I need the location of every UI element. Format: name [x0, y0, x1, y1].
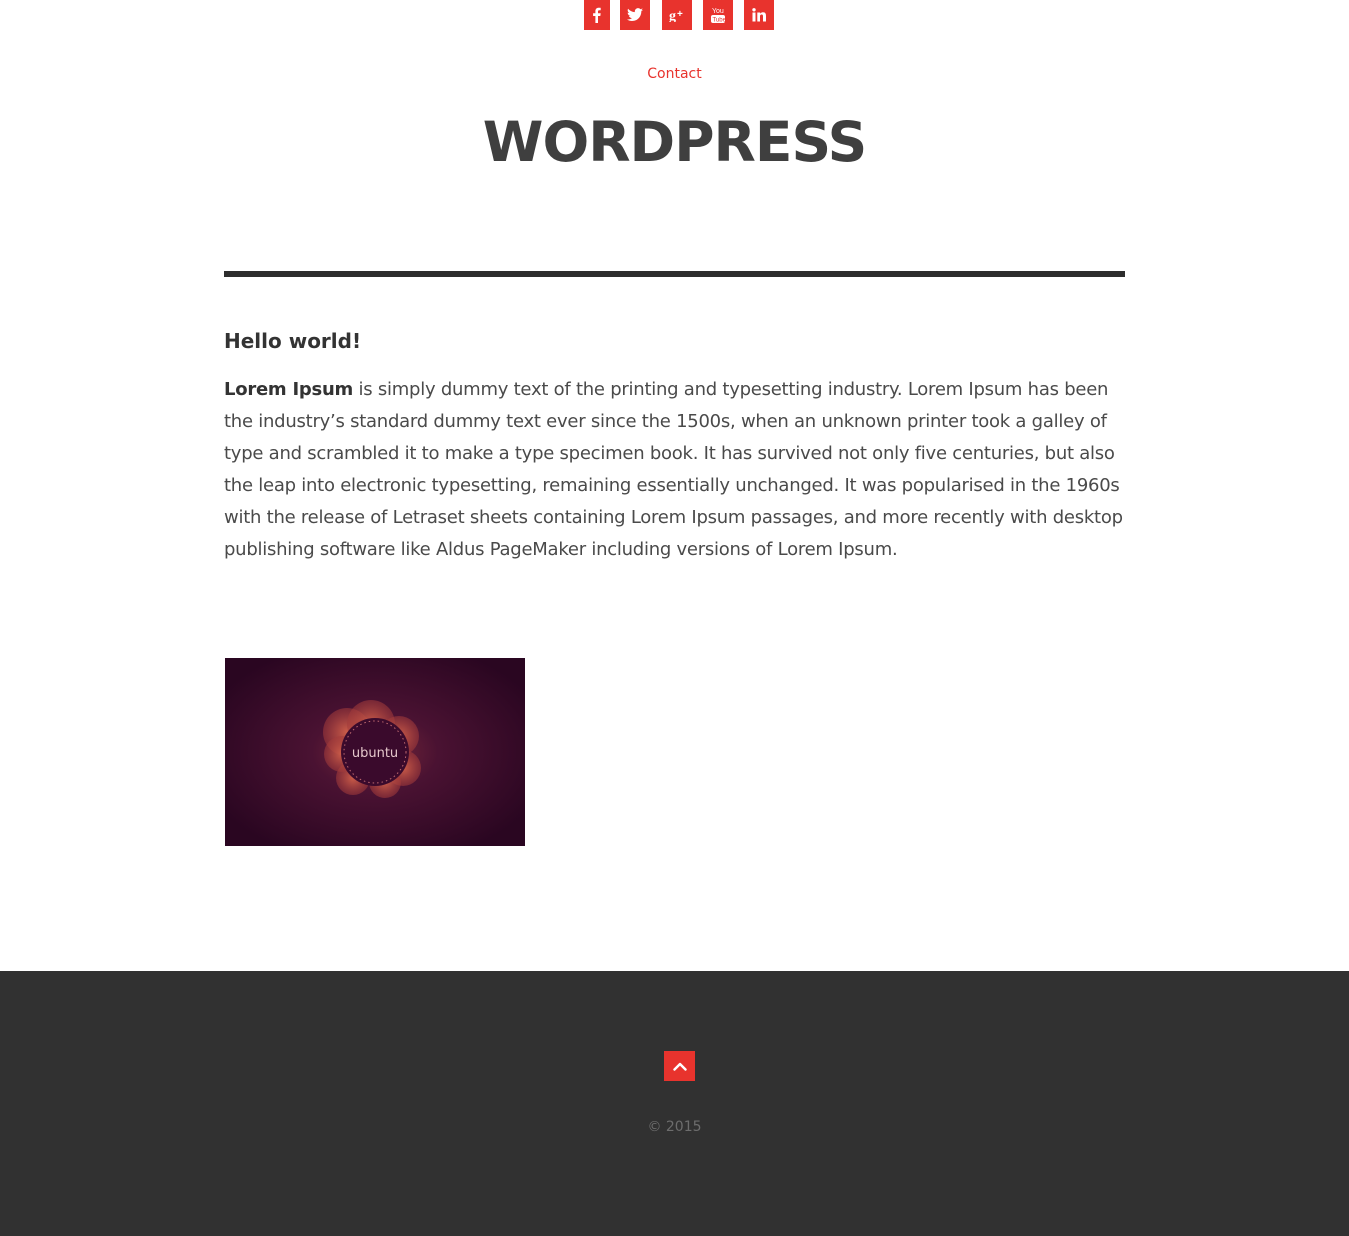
site-footer: © 2015: [0, 971, 1349, 1236]
facebook-icon: [593, 7, 601, 23]
google-plus-link[interactable]: g +: [662, 0, 692, 30]
back-to-top-button[interactable]: [664, 1051, 695, 1081]
svg-text:+: +: [677, 9, 683, 20]
chevron-up-icon: [672, 1062, 687, 1071]
header-divider: [224, 271, 1125, 277]
twitter-link[interactable]: [620, 0, 650, 30]
linkedin-icon: [752, 8, 766, 22]
twitter-icon: [627, 8, 643, 21]
svg-text:You: You: [712, 8, 724, 15]
ubuntu-wallpaper-image: ubuntu: [225, 658, 525, 846]
post-body-text: is simply dummy text of the printing and…: [224, 379, 1123, 560]
site-title[interactable]: WORDPRESS: [0, 110, 1349, 174]
post-body: Lorem Ipsum is simply dummy text of the …: [224, 374, 1129, 566]
nav-contact-link[interactable]: Contact: [0, 66, 1349, 82]
svg-text:g: g: [669, 9, 676, 22]
youtube-icon: You Tube: [711, 8, 727, 24]
post-lead-bold: Lorem Ipsum: [224, 379, 354, 400]
google-plus-icon: g +: [669, 9, 683, 22]
ubuntu-label: ubuntu: [352, 746, 398, 761]
post-title[interactable]: Hello world!: [224, 327, 361, 355]
social-links: g + You Tube: [0, 0, 1349, 30]
svg-text:Tube: Tube: [713, 18, 727, 24]
copyright-text: © 2015: [647, 1119, 702, 1135]
linkedin-link[interactable]: [744, 0, 774, 30]
post-image[interactable]: ubuntu: [225, 658, 525, 846]
facebook-link[interactable]: [584, 0, 610, 30]
youtube-link[interactable]: You Tube: [703, 0, 733, 30]
